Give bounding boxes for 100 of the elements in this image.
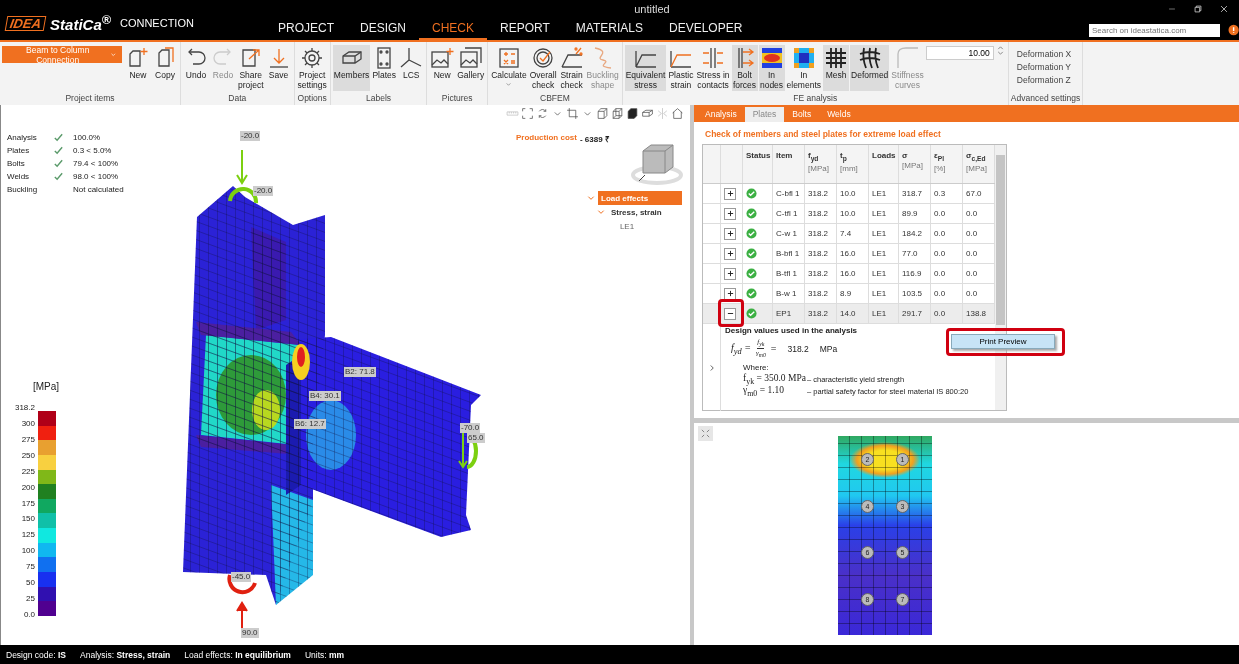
legend-tick: 100 [20,546,35,556]
column-header[interactable]: ε$_{Pl}$ [%] [931,145,963,183]
view-cube-icon[interactable] [629,141,683,185]
load-label: 65.0 [467,433,485,443]
ribbon-button[interactable]: Undo [183,45,209,91]
expand-toggle[interactable] [724,287,736,300]
menu-tab[interactable]: PROJECT [265,21,347,40]
strain-graph-icon [559,46,584,70]
ribbon-button[interactable]: In nodes [758,45,785,91]
tree-item[interactable]: Stress, strain [608,205,682,219]
load-label: 90.0 [241,628,259,638]
legend-tick: 150 [20,514,35,524]
ribbon-button[interactable]: New [429,45,456,91]
column-header[interactable]: Status [743,145,773,183]
restore-icon[interactable] [1193,4,1203,14]
menu-tab[interactable]: DEVELOPER [655,21,756,40]
search-field[interactable]: Search on ideastatica.com [1089,23,1220,37]
table-cell: 10.0 [837,184,869,203]
close-icon[interactable] [1219,4,1229,14]
expand-toggle[interactable] [724,187,736,200]
info-icon[interactable] [1227,24,1239,36]
table-cell: 0.0 [931,204,963,223]
table-cell: C-tfl 1 [773,204,805,223]
expand-toggle[interactable] [724,207,736,220]
table-cell: 14.0 [837,304,869,323]
product-name: CONNECTION [119,17,194,29]
table-cell: LE1 [869,244,899,263]
ribbon-button[interactable]: LCS [398,45,425,91]
table-cell: LE1 [869,184,899,203]
ribbon-button[interactable]: Deformed [850,45,890,91]
table-cell: 10.0 [837,204,869,223]
curve-icon [895,46,920,70]
production-cost-value: - 6389 ₹ [579,134,610,144]
plus-icon [725,269,735,278]
check-circle-icon [746,288,757,299]
gallery-icon [458,46,483,70]
check-label: Plates [7,146,31,155]
ribbon-button[interactable]: Stress in contacts [695,45,731,91]
ribbon-button[interactable]: Strain check [558,45,585,91]
legend-tick: 300 [20,418,35,428]
print-preview-menu-item[interactable]: Print Preview [951,334,1055,349]
check-circle-icon [746,208,757,219]
ribbon-button[interactable]: Share project [237,45,265,91]
menu-tab[interactable]: DESIGN [347,21,420,40]
ribbon-button[interactable]: Bolt forces [731,45,758,91]
ribbon-button[interactable]: Calculate [490,45,528,91]
ribbon-button[interactable]: New [125,45,151,91]
ribbon-button[interactable]: Copy [152,45,178,91]
ribbon-button[interactable]: Overall check [528,45,558,91]
legend-tick: 318.2 [13,403,35,412]
ribbon-button[interactable]: Mesh [823,45,850,91]
number-field[interactable]: 10.00 [925,46,994,60]
ribbon-button[interactable]: Gallery [456,45,486,91]
status-item: Analysis: Stress, strain [80,649,171,660]
table-cell: 291.7 [899,304,931,323]
expand-toggle[interactable] [724,267,736,280]
expand-toggle[interactable] [724,307,736,320]
ribbon-link[interactable]: Deformation X [1016,49,1072,59]
table-cell: 0.0 [931,304,963,323]
menu-tab[interactable]: REPORT [487,21,563,40]
production-cost-label: Production cost [516,133,577,144]
column-header[interactable]: Loads [869,145,899,183]
table-cell: 89.9 [899,204,931,223]
tree-item[interactable]: LE1 [616,219,682,233]
ribbon-button[interactable]: Equivalent stress [624,45,667,91]
column-header[interactable]: t$_{p}$ [mm] [837,145,869,183]
check-value: 79.4 < 100% [73,159,120,168]
ribbon-button[interactable]: In elements [785,45,823,91]
table-cell: LE1 [869,224,899,243]
formula-symbol: f$_{yk}$ = 350.0 MPa [743,372,807,386]
ribbon-link[interactable]: Deformation Y [1016,62,1072,72]
table-cell: 318.2 [805,244,837,263]
column-header[interactable]: σ [MPa] [899,145,931,183]
ribbon-button[interactable]: Members [332,45,371,91]
ribbon-link[interactable]: Deformation Z [1016,75,1072,85]
column-header[interactable]: f$_{yd}$ [MPa] [805,145,837,183]
color-map-icon [791,46,816,70]
formula-unit: MPa [819,343,838,354]
plus-icon [725,249,735,258]
check-label: Bolts [7,159,26,168]
load-label: -70.0 [460,423,481,433]
legend-tick: 225 [20,466,35,476]
table-cell: 0.0 [931,224,963,243]
ribbon-button[interactable]: Plates [371,45,398,91]
check-circle-icon [746,228,757,239]
table-cell: LE1 [869,204,899,223]
ribbon-button[interactable]: Save [265,45,292,91]
ribbon-button[interactable]: Plastic strain [667,45,695,91]
load-label: -20.0 [253,186,274,196]
load-label: B2: 71.8 [344,367,376,377]
table-cell: C-w 1 [773,224,805,243]
menu-tab[interactable]: MATERIALS [562,21,656,40]
calculator-icon [496,46,521,70]
column-header[interactable]: Item [773,145,805,183]
expand-toggle[interactable] [724,247,736,260]
section-heading: Check of members and steel plates for extreme load effect [705,129,942,139]
check-label: Welds [7,172,31,181]
expand-toggle[interactable] [724,227,736,240]
ribbon-button[interactable]: Project settings [296,45,328,91]
legend-unit: [MPa] [33,381,60,392]
